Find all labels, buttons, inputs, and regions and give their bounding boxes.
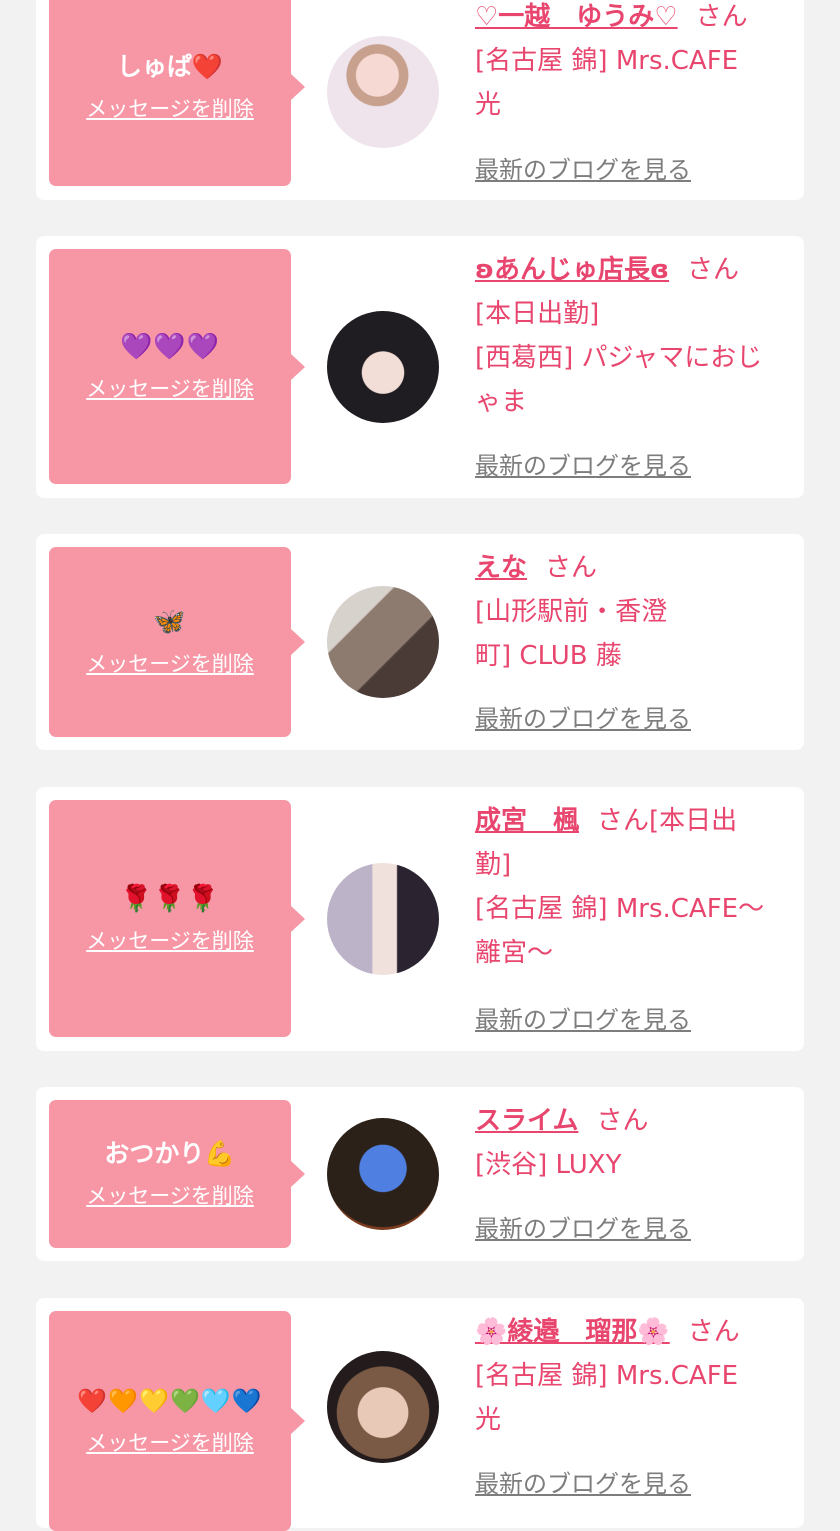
message-bubble: 💜💜💜 メッセージを削除 — [49, 249, 305, 484]
user-name-link[interactable]: 成宮 楓 — [475, 806, 579, 836]
user-info: スライム さん [渋谷] LUXY — [475, 1099, 788, 1187]
message-bubble: 🦋 メッセージを削除 — [49, 547, 305, 737]
user-name-link[interactable]: ♡一越 ゆうみ♡ — [475, 2, 678, 32]
shop-line: [名古屋 錦] Mrs.CAFE — [475, 1361, 739, 1391]
delete-message-link[interactable]: メッセージを削除 — [86, 648, 254, 678]
latest-blog-link[interactable]: 最新のブログを見る — [475, 1464, 691, 1499]
latest-blog-link[interactable]: 最新のブログを見る — [475, 1000, 691, 1035]
latest-blog-link[interactable]: 最新のブログを見る — [475, 150, 691, 185]
message-text: 🌹🌹🌹 — [119, 883, 221, 914]
user-name-link[interactable]: ʚあんじゅ店長ɞ — [475, 255, 669, 285]
avatar[interactable] — [327, 1118, 439, 1230]
honorific: さん — [545, 553, 598, 583]
shop-line: [名古屋 錦] Mrs.CAFE～ — [475, 894, 765, 924]
user-info: ♡一越 ゆうみ♡ さん [名古屋 錦] Mrs.CAFE 光 — [475, 0, 788, 127]
shop-line: [山形駅前・香澄 — [475, 597, 668, 627]
user-info: 🌸綾邉 瑠那🌸 さん [名古屋 錦] Mrs.CAFE 光 — [475, 1310, 788, 1442]
user-info: えな さん [山形駅前・香澄 町] CLUB 藤 — [475, 546, 788, 678]
message-text: 💜💜💜 — [119, 331, 221, 362]
honorific: さん — [695, 2, 748, 32]
honorific: さん — [596, 1106, 649, 1136]
latest-blog-link[interactable]: 最新のブログを見る — [475, 446, 691, 481]
message-bubble: 🌹🌹🌹 メッセージを削除 — [49, 800, 305, 1037]
message-text: おつかり💪 — [104, 1139, 236, 1168]
user-info: 成宮 楓さん[本日出 勤] [名古屋 錦] Mrs.CAFE～ 離宮～ — [475, 799, 788, 975]
shop-line: [名古屋 錦] Mrs.CAFE — [475, 46, 739, 76]
message-text: 🦋 — [153, 607, 187, 637]
delete-message-link[interactable]: メッセージを削除 — [86, 373, 254, 403]
message-text: ❤️🧡💛💚🩵💙 — [77, 1387, 263, 1415]
avatar[interactable] — [327, 36, 439, 148]
latest-blog-link[interactable]: 最新のブログを見る — [475, 1209, 691, 1244]
delete-message-link[interactable]: メッセージを削除 — [86, 1180, 254, 1210]
honorific: さん — [687, 1317, 740, 1347]
message-card: 🦋 メッセージを削除 えな さん [山形駅前・香澄 町] CLUB 藤 最新のブロ… — [36, 534, 804, 750]
shop-line: [本日出勤] — [475, 299, 600, 329]
latest-blog-link[interactable]: 最新のブログを見る — [475, 699, 691, 734]
shop-line: 光 — [475, 90, 502, 120]
message-card: おつかり💪 メッセージを削除 スライム さん [渋谷] LUXY 最新のブログを見… — [36, 1087, 804, 1261]
message-bubble: ❤️🧡💛💚🩵💙 メッセージを削除 — [49, 1311, 305, 1531]
shop-line: 勤] — [475, 850, 512, 880]
shop-line: 離宮～ — [475, 938, 554, 968]
avatar[interactable] — [327, 1351, 439, 1463]
message-card: ❤️🧡💛💚🩵💙 メッセージを削除 🌸綾邉 瑠那🌸 さん [名古屋 錦] Mrs.C… — [36, 1298, 804, 1531]
user-name-link[interactable]: えな — [475, 553, 527, 583]
avatar[interactable] — [327, 863, 439, 975]
delete-message-link[interactable]: メッセージを削除 — [86, 925, 254, 955]
shop-line: [西葛西] パジャマにおじ — [475, 343, 763, 373]
shop-line: [本日出 — [649, 806, 738, 836]
user-name-link[interactable]: スライム — [475, 1106, 578, 1136]
honorific: さん — [597, 806, 650, 836]
user-name-link[interactable]: 🌸綾邉 瑠那🌸 — [475, 1317, 670, 1347]
shop-line: 町] CLUB 藤 — [475, 641, 622, 671]
message-bubble: しゅぱ❤️ メッセージを削除 — [49, 0, 305, 186]
shop-line: 光 — [475, 1405, 502, 1435]
message-bubble: おつかり💪 メッセージを削除 — [49, 1100, 305, 1248]
message-card: 🌹🌹🌹 メッセージを削除 成宮 楓さん[本日出 勤] [名古屋 錦] Mrs.C… — [36, 787, 804, 1051]
message-text: しゅぱ❤️ — [116, 52, 224, 81]
delete-message-link[interactable]: メッセージを削除 — [86, 1427, 254, 1457]
delete-message-link[interactable]: メッセージを削除 — [86, 93, 254, 123]
user-info: ʚあんじゅ店長ɞ さん [本日出勤] [西葛西] パジャマにおじ ゃま — [475, 248, 788, 424]
shop-line: [渋谷] LUXY — [475, 1150, 622, 1180]
avatar[interactable] — [327, 586, 439, 698]
message-card: 💜💜💜 メッセージを削除 ʚあんじゅ店長ɞ さん [本日出勤] [西葛西] パジャ… — [36, 236, 804, 498]
honorific: さん — [687, 255, 740, 285]
shop-line: ゃま — [475, 387, 528, 417]
avatar[interactable] — [327, 311, 439, 423]
message-card: しゅぱ❤️ メッセージを削除 ♡一越 ゆうみ♡ さん [名古屋 錦] Mrs.CA… — [36, 0, 804, 200]
